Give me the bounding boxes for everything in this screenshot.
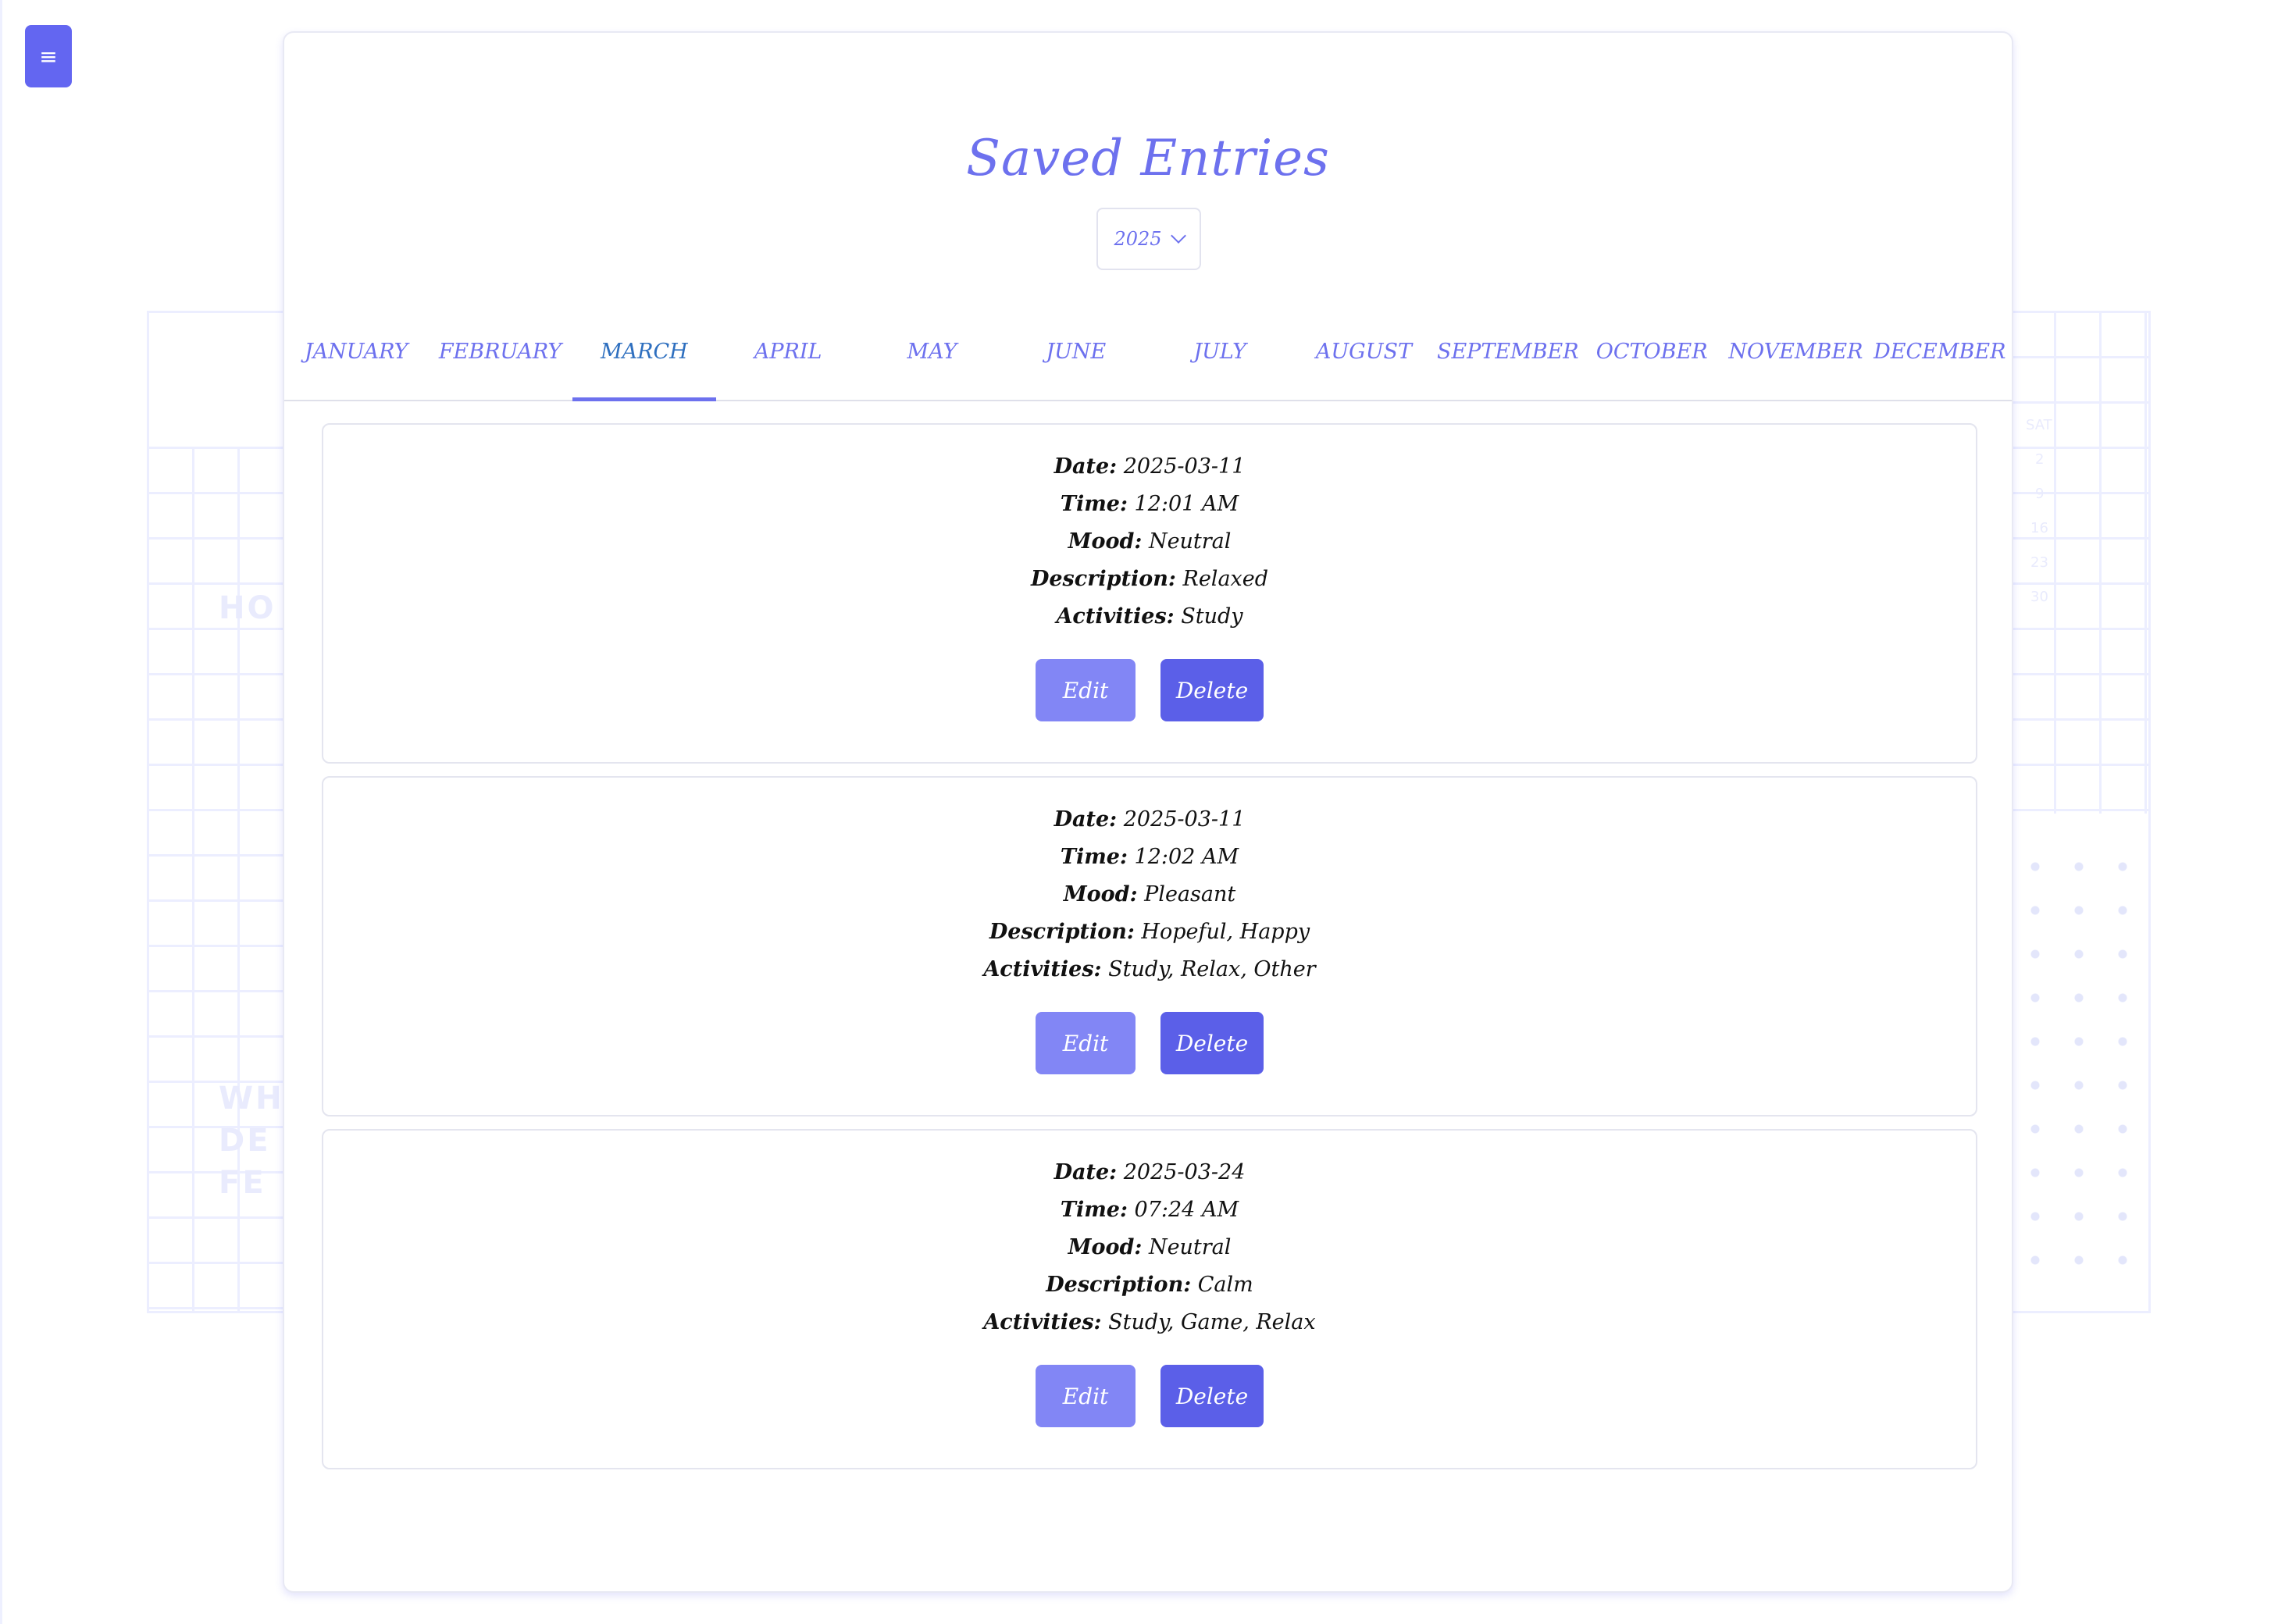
tab-february[interactable]: FEBRUARY <box>428 322 572 400</box>
entry-card: Date: 2025-03-24 Time: 07:24 AM Mood: Ne… <box>322 1129 1977 1469</box>
background-day-number: 30 <box>2030 589 2048 605</box>
entry-description: Description: Calm <box>323 1266 1976 1304</box>
time-value: 12:01 AM <box>1134 492 1239 516</box>
activities-label: Activities: <box>983 1310 1102 1334</box>
tab-august[interactable]: AUGUST <box>1292 322 1435 400</box>
background-word: HO <box>219 590 276 626</box>
edit-button[interactable]: Edit <box>1036 659 1136 721</box>
entry-time: Time: 07:24 AM <box>323 1191 1976 1229</box>
mood-label: Mood: <box>1068 1235 1143 1259</box>
entry-card: Date: 2025-03-11 Time: 12:02 AM Mood: Pl… <box>322 776 1977 1116</box>
mood-label: Mood: <box>1068 529 1143 554</box>
background-day-number: 16 <box>2030 520 2048 536</box>
entry-activities: Activities: Study <box>323 598 1976 636</box>
description-value: Calm <box>1197 1273 1253 1297</box>
entry-activities: Activities: Study, Relax, Other <box>323 951 1976 988</box>
mood-value: Neutral <box>1148 529 1232 554</box>
date-label: Date: <box>1054 807 1118 832</box>
delete-button[interactable]: Delete <box>1160 1012 1264 1074</box>
entry-time: Time: 12:01 AM <box>323 486 1976 523</box>
date-value: 2025-03-11 <box>1123 454 1246 479</box>
chevron-down-icon <box>1170 228 1186 244</box>
time-label: Time: <box>1060 492 1128 516</box>
description-label: Description: <box>1046 1273 1192 1297</box>
background-weekday: SAT <box>2026 417 2052 433</box>
background-word: FE <box>219 1165 266 1201</box>
background-grid-left <box>147 447 287 1313</box>
entry-mood: Mood: Neutral <box>323 1229 1976 1266</box>
mood-value: Pleasant <box>1144 882 1236 906</box>
description-value: Hopeful, Happy <box>1141 920 1310 944</box>
date-value: 2025-03-24 <box>1123 1160 1246 1184</box>
entry-card: Date: 2025-03-11 Time: 12:01 AM Mood: Ne… <box>322 423 1977 764</box>
entry-description: Description: Relaxed <box>323 561 1976 598</box>
description-label: Description: <box>989 920 1135 944</box>
time-value: 12:02 AM <box>1134 845 1239 869</box>
tab-june[interactable]: JUNE <box>1004 322 1148 400</box>
page-title: Saved Entries <box>966 130 1330 187</box>
date-value: 2025-03-11 <box>1123 807 1246 832</box>
left-edge-rule <box>0 0 2 1624</box>
entry-actions: Edit Delete <box>323 1012 1976 1074</box>
entry-date: Date: 2025-03-11 <box>323 801 1976 839</box>
entry-mood: Mood: Pleasant <box>323 876 1976 914</box>
tab-may[interactable]: MAY <box>860 322 1004 400</box>
saved-entries-card: Saved Entries 2025 JANUARY FEBRUARY MARC… <box>283 31 2013 1593</box>
activities-label: Activities: <box>1056 604 1175 629</box>
background-day-number: 2 <box>2035 451 2045 468</box>
mood-value: Neutral <box>1148 1235 1232 1259</box>
background-word: DE <box>219 1123 271 1159</box>
time-label: Time: <box>1060 845 1128 869</box>
delete-button[interactable]: Delete <box>1160 1365 1264 1427</box>
entry-activities: Activities: Study, Game, Relax <box>323 1304 1976 1341</box>
edit-button[interactable]: Edit <box>1036 1365 1136 1427</box>
hamburger-icon: ≡ <box>39 43 58 69</box>
entry-description: Description: Hopeful, Happy <box>323 914 1976 951</box>
background-day-number: 9 <box>2035 486 2045 502</box>
activities-value: Study <box>1181 604 1243 629</box>
activities-value: Study, Relax, Other <box>1108 957 1316 981</box>
activities-label: Activities: <box>983 957 1102 981</box>
date-label: Date: <box>1054 454 1118 479</box>
time-label: Time: <box>1060 1198 1128 1222</box>
tab-march[interactable]: MARCH <box>572 322 717 401</box>
entry-actions: Edit Delete <box>323 659 1976 721</box>
tab-january[interactable]: JANUARY <box>284 322 428 400</box>
entry-time: Time: 12:02 AM <box>323 839 1976 876</box>
description-value: Relaxed <box>1182 567 1269 591</box>
menu-button[interactable]: ≡ <box>25 25 72 87</box>
month-tabs: JANUARY FEBRUARY MARCH APRIL MAY JUNE JU… <box>284 322 2012 401</box>
tab-october[interactable]: OCTOBER <box>1580 322 1724 400</box>
mood-label: Mood: <box>1063 882 1138 906</box>
tab-september[interactable]: SEPTEMBER <box>1436 322 1580 400</box>
entry-mood: Mood: Neutral <box>323 523 1976 561</box>
tab-november[interactable]: NOVEMBER <box>1724 322 1867 400</box>
entry-date: Date: 2025-03-24 <box>323 1154 1976 1191</box>
time-value: 07:24 AM <box>1134 1198 1239 1222</box>
year-select-value: 2025 <box>1114 228 1162 250</box>
delete-button[interactable]: Delete <box>1160 659 1264 721</box>
background-dot-pattern <box>2013 845 2144 1282</box>
date-label: Date: <box>1054 1160 1118 1184</box>
description-label: Description: <box>1030 567 1176 591</box>
tab-july[interactable]: JULY <box>1148 322 1292 400</box>
entry-date: Date: 2025-03-11 <box>323 448 1976 486</box>
activities-value: Study, Game, Relax <box>1108 1310 1316 1334</box>
year-select[interactable]: 2025 <box>1096 208 1201 270</box>
tab-april[interactable]: APRIL <box>716 322 860 400</box>
tab-december[interactable]: DECEMBER <box>1868 322 2012 400</box>
entry-actions: Edit Delete <box>323 1365 1976 1427</box>
edit-button[interactable]: Edit <box>1036 1012 1136 1074</box>
background-day-number: 23 <box>2030 554 2048 571</box>
background-word: WH <box>219 1081 284 1116</box>
